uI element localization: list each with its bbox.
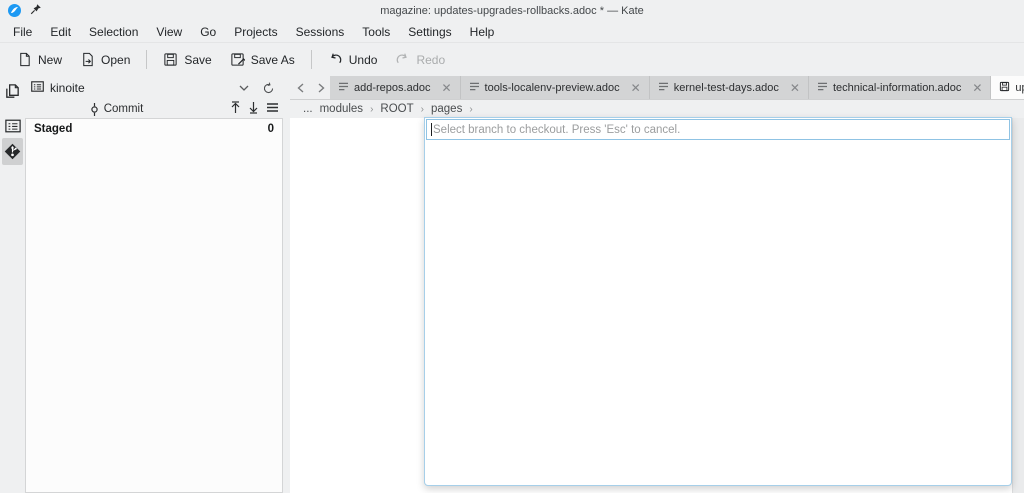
menubar: File Edit Selection View Go Projects Sessions T… (0, 21, 1024, 43)
undo-button[interactable]: Undo (319, 47, 387, 72)
tab-close-icon[interactable]: ✕ (441, 81, 451, 95)
breadcrumb-segment[interactable]: modules (320, 103, 363, 115)
kate-window: magazine: updates-upgrades-rollbacks.ado… (0, 0, 1024, 493)
document-tab[interactable]: add-repos.adoc ✕ (330, 76, 461, 99)
breadcrumb-separator-icon: › (370, 103, 374, 115)
toolbar-separator (146, 50, 148, 69)
project-dropdown-chevron-icon[interactable] (235, 79, 253, 97)
tab-prev-icon[interactable] (291, 79, 309, 97)
project-toolview-icon[interactable] (2, 114, 23, 138)
tab-close-icon[interactable]: ✕ (790, 81, 800, 95)
save-button-label: Save (184, 52, 212, 67)
menu-item-tools[interactable]: Tools (353, 23, 399, 41)
project-icon (31, 81, 44, 95)
sidebar-icon-strip (0, 76, 25, 493)
document-icon (469, 82, 480, 94)
branch-search-input[interactable]: Select branch to checkout. Press 'Esc' t… (426, 119, 1010, 140)
open-button-label: Open (101, 52, 131, 67)
tab-label: technical-information.adoc (832, 81, 962, 94)
staged-section-header[interactable]: Staged 0 (26, 119, 282, 138)
new-button-label: New (38, 52, 63, 67)
menu-item-view[interactable]: View (147, 23, 191, 41)
project-selector[interactable]: kinoite (25, 76, 283, 100)
menu-item-sessions[interactable]: Sessions (287, 23, 354, 41)
menu-item-help[interactable]: Help (461, 23, 504, 41)
commit-button-label: Commit (103, 103, 144, 115)
breadcrumb-segment[interactable]: ... (303, 103, 313, 115)
menu-item-go[interactable]: Go (191, 23, 225, 41)
menu-item-edit[interactable]: Edit (41, 23, 80, 41)
open-document-icon (80, 52, 95, 67)
modified-floppy-icon (999, 81, 1010, 95)
document-tab[interactable]: kernel-test-days.adoc ✕ (650, 76, 809, 99)
document-tab[interactable]: updates-upgr (991, 76, 1024, 99)
save-as-button[interactable]: Save As (221, 47, 304, 72)
git-menu-icon[interactable] (266, 102, 279, 116)
git-sidebar: kinoite Commit Staged 0 (25, 76, 283, 493)
menu-item-settings[interactable]: Settings (399, 23, 460, 41)
documents-toolview-icon[interactable] (2, 79, 23, 103)
breadcrumb-segment[interactable]: ROOT (380, 103, 413, 115)
tab-label: kernel-test-days.adoc (673, 81, 779, 94)
branch-checkout-popup: Select branch to checkout. Press 'Esc' t… (424, 117, 1012, 486)
document-icon (338, 82, 349, 94)
document-tab[interactable]: technical-information.adoc ✕ (809, 76, 992, 99)
breadcrumb: ... modules › ROOT › pages › (290, 100, 1024, 118)
document-icon (658, 82, 669, 94)
tab-label: tools-localenv-preview.adoc (484, 81, 620, 94)
tab-label: add-repos.adoc (354, 81, 431, 94)
commit-button[interactable]: Commit (25, 100, 208, 118)
git-push-icon[interactable] (230, 101, 241, 117)
staged-count: 0 (267, 123, 274, 135)
git-pull-icon[interactable] (248, 101, 259, 117)
tab-label: updates-upgr (1015, 81, 1024, 94)
menu-item-file[interactable]: File (4, 23, 41, 41)
redo-button: Redo (386, 47, 454, 72)
menu-item-projects[interactable]: Projects (225, 23, 286, 41)
new-button[interactable]: New (8, 47, 71, 72)
git-commit-icon (90, 102, 98, 116)
redo-icon (395, 52, 410, 67)
document-icon (817, 82, 828, 94)
editor-scrollbar[interactable] (1012, 118, 1024, 493)
tab-close-icon[interactable]: ✕ (972, 81, 982, 95)
branch-input-placeholder: Select branch to checkout. Press 'Esc' t… (433, 123, 681, 136)
open-button[interactable]: Open (71, 47, 139, 72)
new-document-icon (17, 52, 32, 67)
project-name: kinoite (50, 81, 85, 95)
save-icon (163, 52, 178, 67)
text-cursor (431, 123, 432, 136)
staged-label: Staged (34, 123, 73, 135)
save-as-button-label: Save As (250, 52, 295, 67)
toolbar-separator (310, 50, 312, 69)
save-button[interactable]: Save (154, 47, 220, 72)
titlebar: magazine: updates-upgrades-rollbacks.ado… (0, 0, 1024, 21)
git-commit-toolbar: Commit (25, 100, 283, 118)
undo-icon (328, 52, 343, 67)
breadcrumb-separator-icon: › (420, 103, 424, 115)
git-toolview-icon[interactable] (2, 138, 23, 165)
git-staged-panel: Staged 0 (25, 118, 283, 493)
window-title: magazine: updates-upgrades-rollbacks.ado… (380, 4, 644, 17)
tab-bar: add-repos.adoc ✕ tools-localenv-preview.… (290, 76, 1024, 100)
save-as-icon (230, 52, 245, 67)
tab-close-icon[interactable]: ✕ (631, 81, 641, 95)
menu-item-selection[interactable]: Selection (80, 23, 147, 41)
tabs-container: add-repos.adoc ✕ tools-localenv-preview.… (330, 76, 1024, 99)
breadcrumb-separator-icon: › (469, 103, 473, 115)
breadcrumb-segment[interactable]: pages (431, 103, 462, 115)
document-tab[interactable]: tools-localenv-preview.adoc ✕ (461, 76, 650, 99)
redo-button-label: Redo (416, 52, 446, 67)
undo-button-label: Undo (348, 52, 378, 67)
toolbar: New Open Save Save As Undo Redo (0, 43, 1024, 76)
tab-next-icon[interactable] (312, 79, 330, 97)
project-reload-icon[interactable] (259, 79, 277, 97)
